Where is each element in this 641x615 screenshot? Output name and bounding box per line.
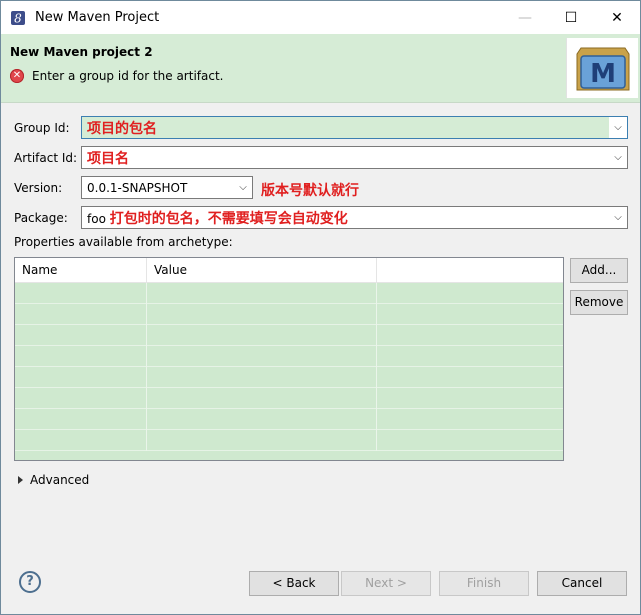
table-row — [15, 409, 563, 430]
table-row — [15, 346, 563, 367]
chevron-down-icon[interactable]: ⌵ — [609, 147, 627, 168]
table-row — [15, 430, 563, 451]
package-annotation: 打包时的包名，不需要填写会自动变化 — [109, 210, 348, 227]
eclipse-app-icon: 8 — [9, 9, 27, 27]
window-controls: — ☐ ✕ — [502, 1, 640, 34]
advanced-toggle[interactable]: Advanced — [18, 473, 89, 487]
column-header-empty — [377, 258, 563, 283]
artifact-id-annotation: 项目名 — [87, 150, 129, 167]
chevron-down-icon[interactable]: ⌵ — [609, 207, 627, 228]
help-icon[interactable]: ? — [19, 571, 41, 593]
expand-triangle-icon — [18, 476, 23, 484]
close-button[interactable]: ✕ — [594, 1, 640, 34]
table-row — [15, 325, 563, 346]
artifact-id-label: Artifact Id: — [14, 151, 78, 165]
table-row — [15, 388, 563, 409]
title-bar[interactable]: 8 New Maven Project — ☐ ✕ — [1, 1, 640, 34]
finish-button[interactable]: Finish — [439, 571, 529, 596]
table-header: Name Value — [15, 258, 563, 283]
column-header-value[interactable]: Value — [147, 258, 377, 283]
group-id-annotation: 项目的包名 — [87, 120, 157, 137]
column-header-name[interactable]: Name — [15, 258, 147, 283]
add-property-button[interactable]: Add... — [570, 258, 628, 283]
chevron-down-icon[interactable]: ⌵ — [234, 177, 252, 198]
table-row — [15, 304, 563, 325]
version-combo[interactable]: 0.0.1-SNAPSHOT ⌵ — [81, 176, 253, 199]
artifact-id-combo[interactable]: 项目名 ⌵ — [81, 146, 628, 169]
package-combo[interactable]: foo 打包时的包名，不需要填写会自动变化 ⌵ — [81, 206, 628, 229]
version-value: 0.0.1-SNAPSHOT — [87, 180, 188, 195]
cancel-button[interactable]: Cancel — [537, 571, 627, 596]
chevron-down-icon[interactable]: ⌵ — [609, 117, 627, 138]
version-label: Version: — [14, 181, 63, 195]
properties-table[interactable]: Name Value — [14, 257, 564, 461]
group-id-combo[interactable]: 项目的包名 ⌵ — [81, 116, 628, 139]
error-message: Enter a group id for the artifact. — [32, 69, 224, 83]
wizard-header: New Maven project 2 ✕ Enter a group id f… — [1, 34, 640, 103]
wizard-message: ✕ Enter a group id for the artifact. — [10, 69, 223, 83]
back-button[interactable]: < Back — [249, 571, 339, 596]
wizard-page-title: New Maven project 2 — [10, 45, 153, 59]
error-icon: ✕ — [10, 69, 24, 83]
maven-logo-letter: M — [590, 59, 616, 89]
svg-text:8: 8 — [14, 11, 22, 25]
maven-logo: M — [566, 38, 638, 98]
package-label: Package: — [14, 211, 68, 225]
maximize-button[interactable]: ☐ — [548, 1, 594, 34]
advanced-label: Advanced — [30, 473, 90, 487]
window-title: New Maven Project — [35, 10, 160, 25]
properties-label: Properties available from archetype: — [14, 235, 233, 249]
package-input[interactable]: foo — [87, 212, 106, 226]
table-row — [15, 367, 563, 388]
minimize-button[interactable]: — — [502, 1, 548, 34]
remove-property-button[interactable]: Remove — [570, 290, 628, 315]
group-id-label: Group Id: — [14, 121, 70, 135]
dialog-window: 8 New Maven Project — ☐ ✕ New Maven proj… — [0, 0, 641, 615]
version-annotation: 版本号默认就行 — [261, 183, 359, 199]
next-button[interactable]: Next > — [341, 571, 431, 596]
table-row — [15, 283, 563, 304]
